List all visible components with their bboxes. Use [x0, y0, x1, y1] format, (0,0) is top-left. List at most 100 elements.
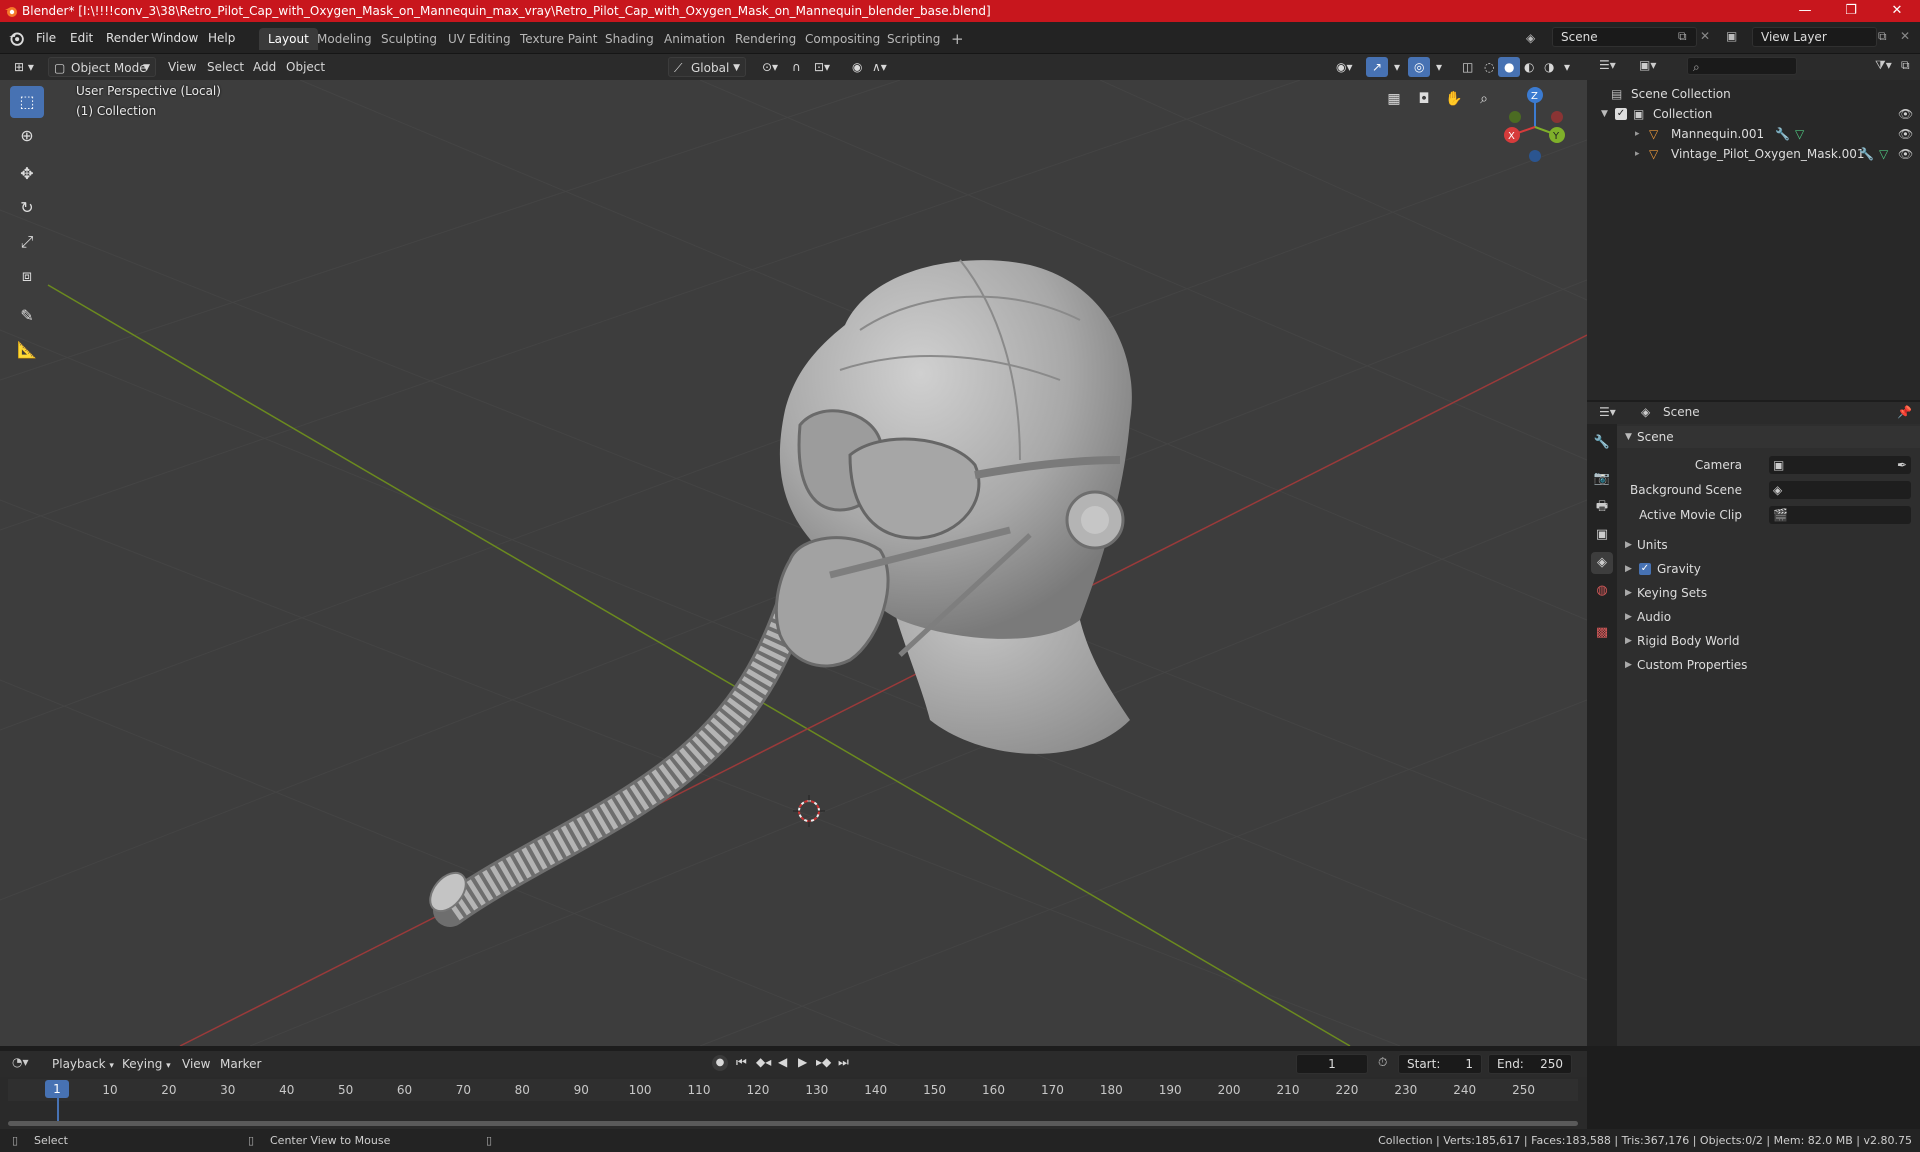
pin-icon[interactable]: 📌 [1897, 405, 1912, 419]
transform-tool[interactable]: ⧈ [10, 260, 44, 292]
delete-scene-icon[interactable]: ✕ [1700, 29, 1710, 43]
eyedropper-icon[interactable]: ✒ [1897, 454, 1907, 476]
menu-file[interactable]: File [30, 29, 62, 47]
panel-units[interactable]: ▶ Units [1617, 534, 1920, 556]
overlay-dropdown[interactable]: ▾ [1430, 57, 1448, 77]
visibility-button[interactable]: ◉▾ [1330, 57, 1359, 77]
menu-help[interactable]: Help [202, 29, 241, 47]
mesh-data-icon[interactable]: ▽ [1795, 124, 1804, 144]
tab-render[interactable]: 📷 [1591, 468, 1613, 490]
tab-world[interactable]: ◍ [1591, 580, 1613, 602]
outliner-search-input[interactable]: ⌕ [1687, 57, 1797, 75]
proportional-falloff[interactable]: ∧▾ [866, 57, 893, 77]
jump-start-button[interactable]: ⏮ [736, 1055, 747, 1070]
delete-view-layer-icon[interactable]: ✕ [1900, 29, 1910, 43]
eye-icon[interactable]: 👁 [1898, 144, 1913, 164]
stopwatch-icon[interactable]: ⏱ [1378, 1055, 1387, 1070]
eye-icon[interactable]: 👁 [1898, 104, 1913, 124]
toggle-camera-view-button[interactable]: ▦ [1381, 86, 1407, 112]
pivot-point-button[interactable]: ⊙▾ [756, 57, 784, 77]
shading-dropdown[interactable]: ▾ [1558, 57, 1576, 77]
camera-view-button[interactable]: ◘ [1411, 86, 1437, 112]
menu-select[interactable]: Select [201, 57, 250, 77]
menu-add[interactable]: Add [247, 57, 282, 77]
snap-settings[interactable]: ⊡▾ [808, 57, 836, 77]
blender-menu-icon[interactable] [8, 30, 24, 46]
tab-texture-paint[interactable]: Texture Paint [511, 28, 606, 50]
movie-clip-field[interactable]: 🎬 [1769, 506, 1911, 524]
cursor-tool[interactable]: ⊕ [10, 120, 44, 152]
scene-field[interactable]: Scene [1552, 27, 1697, 47]
mesh-data-icon[interactable]: ▽ [1879, 144, 1888, 164]
modifier-wrench-icon[interactable]: 🔧 [1859, 144, 1874, 164]
menu-view[interactable]: View [162, 57, 202, 77]
expand-arrow-icon[interactable]: ▸ [1635, 124, 1640, 144]
panel-scene[interactable]: ▼ Scene [1617, 426, 1920, 448]
current-frame-field[interactable]: 1 [1296, 1054, 1368, 1074]
menu-object[interactable]: Object [280, 57, 331, 77]
mode-dropdown[interactable]: ▢ Object Mode ▼ [48, 57, 156, 77]
minimize-button[interactable]: — [1782, 0, 1828, 22]
view-layer-icon[interactable]: ▣ [1726, 29, 1737, 43]
gravity-checkbox[interactable]: ✓ [1639, 563, 1651, 575]
jump-end-button[interactable]: ⏭ [838, 1055, 849, 1070]
modifier-wrench-icon[interactable]: 🔧 [1775, 124, 1790, 144]
snap-toggle[interactable]: ∩ [786, 57, 807, 77]
panel-custom-properties[interactable]: ▶ Custom Properties [1617, 654, 1920, 676]
select-box-tool[interactable]: ⬚ [10, 86, 44, 118]
panel-rigid-body-world[interactable]: ▶ Rigid Body World [1617, 630, 1920, 652]
tab-sculpting[interactable]: Sculpting [372, 28, 446, 50]
play-reverse-button[interactable]: ◀ [778, 1055, 787, 1069]
scene-selector-icon[interactable]: ◈ [1526, 31, 1535, 45]
scale-tool[interactable]: ⤢ [10, 226, 44, 258]
tab-compositing[interactable]: Compositing [796, 28, 889, 50]
start-frame-field[interactable]: Start: 1 [1398, 1054, 1482, 1074]
zoom-view-button[interactable]: ⌕ [1471, 86, 1497, 112]
menu-window[interactable]: Window [145, 29, 204, 47]
rotate-tool[interactable]: ↻ [10, 192, 44, 224]
tab-shading[interactable]: Shading [596, 28, 663, 50]
gizmo-dropdown[interactable]: ▾ [1388, 57, 1406, 77]
prev-keyframe-button[interactable]: ◆◂ [756, 1055, 771, 1069]
transform-orientation-dropdown[interactable]: ⟋ Global ▼ [668, 57, 746, 77]
new-scene-icon[interactable]: ⧉ [1678, 29, 1687, 44]
tab-scene[interactable]: ◈ [1591, 552, 1613, 574]
filter-icon[interactable]: ⧩▾ [1875, 58, 1892, 73]
3d-viewport[interactable]: Z X Y User Perspective (Local) (1) Colle… [0, 80, 1587, 1046]
outliner-scene-collection[interactable]: ▤ Scene Collection [1587, 84, 1920, 104]
properties-editor-icon[interactable]: ☰▾ [1599, 405, 1616, 419]
next-keyframe-button[interactable]: ▸◆ [816, 1055, 831, 1069]
outliner-collection[interactable]: ▼ ✓ ▣ Collection 👁 [1587, 104, 1920, 124]
editor-type-button[interactable]: ⊞ ▾ [8, 57, 40, 77]
end-frame-field[interactable]: End: 250 [1488, 1054, 1572, 1074]
timeline-editor-icon[interactable]: ◔▾ [12, 1055, 29, 1069]
outliner-object-oxygen-mask[interactable]: ▸ ▽ Vintage_Pilot_Oxygen_Mask.001 🔧 ▽ 👁 [1587, 144, 1920, 164]
playback-menu[interactable]: Playback ▾ [46, 1054, 120, 1074]
add-workspace-button[interactable]: + [942, 28, 973, 50]
close-button[interactable]: ✕ [1874, 0, 1920, 22]
panel-audio[interactable]: ▶ Audio [1617, 606, 1920, 628]
play-button[interactable]: ▶ [798, 1055, 807, 1069]
tab-tool[interactable]: 🔧 [1591, 432, 1613, 454]
move-tool[interactable]: ✥ [10, 158, 44, 190]
background-scene-field[interactable]: ◈ [1769, 481, 1911, 499]
tab-texture[interactable]: ▩ [1591, 622, 1613, 644]
tab-output[interactable]: 🖶 [1591, 496, 1613, 518]
tab-scripting[interactable]: Scripting [878, 28, 949, 50]
keying-menu[interactable]: Keying ▾ [116, 1054, 177, 1074]
maximize-button[interactable]: ❐ [1828, 0, 1874, 22]
panel-gravity[interactable]: ▶ ✓ Gravity [1617, 558, 1920, 580]
outliner-object-mannequin[interactable]: ▸ ▽ Mannequin.001 🔧 ▽ 👁 [1587, 124, 1920, 144]
tab-rendering[interactable]: Rendering [726, 28, 805, 50]
display-mode-icon[interactable]: ▣▾ [1639, 58, 1656, 72]
collection-checkbox[interactable]: ✓ [1615, 108, 1627, 120]
record-button[interactable]: ● [712, 1055, 728, 1071]
tab-animation[interactable]: Animation [655, 28, 734, 50]
expand-arrow-icon[interactable]: ▼ [1601, 104, 1608, 124]
overlay-toggle[interactable]: ◎ [1408, 57, 1431, 77]
xray-toggle[interactable]: ◫ [1456, 57, 1479, 77]
expand-arrow-icon[interactable]: ▸ [1635, 144, 1640, 164]
annotate-tool[interactable]: ✎ [10, 300, 44, 332]
menu-edit[interactable]: Edit [64, 29, 99, 47]
tab-uv-editing[interactable]: UV Editing [439, 28, 520, 50]
